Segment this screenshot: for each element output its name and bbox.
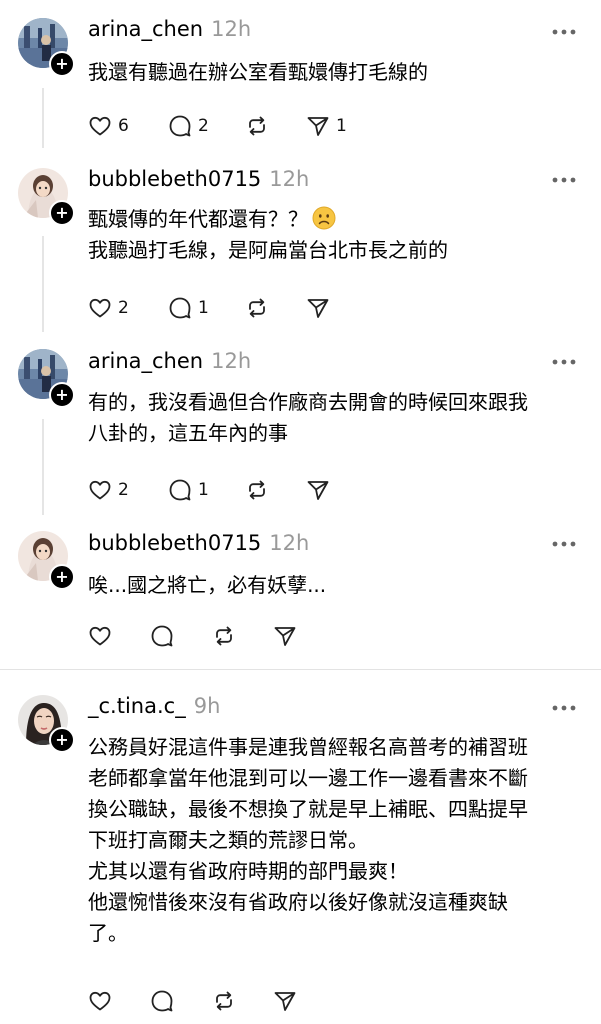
comment-bubble-icon: [151, 990, 173, 1012]
comment-header: bubblebeth0715 12h: [88, 531, 309, 555]
follow-plus-icon[interactable]: +: [49, 564, 75, 590]
text-line: 唉...國之將亡，必有妖孽...: [88, 573, 327, 597]
follow-plus-icon[interactable]: +: [49, 727, 75, 753]
timestamp: 12h: [269, 167, 310, 191]
text-line: 他還惋惜後來沒有省政府以後好像就沒這種爽缺: [88, 890, 508, 914]
comment-header: _c.tina.c_ 9h: [88, 694, 220, 718]
like-count: 6: [118, 116, 129, 136]
heart-icon: [89, 626, 111, 646]
share-button[interactable]: [306, 295, 330, 321]
share-count: 1: [336, 116, 347, 136]
like-button[interactable]: 2: [88, 295, 129, 321]
reply-button[interactable]: [150, 988, 174, 1014]
send-icon: [307, 481, 329, 500]
username[interactable]: bubblebeth0715: [88, 167, 261, 191]
comment-text: 有的，我沒看過但合作廠商去開會的時候回來跟我 八卦的，這五年內的事: [88, 387, 588, 449]
heart-icon: [89, 116, 111, 136]
comment-text: 我還有聽過在辦公室看甄嬛傳打毛線的: [88, 57, 588, 88]
text-line: 八卦的，這五年內的事: [88, 421, 288, 445]
share-button[interactable]: [306, 477, 330, 503]
comment-header: arina_chen 12h: [88, 349, 251, 373]
text-line: 我還有聽過在辦公室看甄嬛傳打毛線的: [88, 60, 428, 84]
text-line: 我聽過打毛線，是阿扁當台北市長之前的: [88, 238, 448, 262]
more-options-icon[interactable]: [551, 358, 577, 366]
repost-button[interactable]: [212, 988, 236, 1014]
repost-icon: [216, 991, 232, 1011]
worried-face-emoji-icon: [312, 206, 336, 230]
reply-count: 1: [198, 480, 209, 500]
text-line: 換公職缺，最後不想換了就是早上補眠、四點提早: [88, 797, 528, 821]
timestamp: 9h: [193, 694, 221, 718]
reply-count: 2: [198, 116, 209, 136]
follow-plus-icon[interactable]: +: [49, 382, 75, 408]
comment-header: bubblebeth0715 12h: [88, 167, 309, 191]
comment-text: 甄嬛傳的年代都還有？？ 我聽過打毛線，是阿扁當台北市長之前的: [88, 204, 588, 266]
heart-icon: [89, 480, 111, 500]
reply-button[interactable]: [150, 623, 174, 649]
like-button[interactable]: 6: [88, 113, 129, 139]
text-line: 公務員好混這件事是連我曾經報名高普考的補習班: [88, 735, 528, 759]
thread-divider: [0, 669, 601, 670]
timestamp: 12h: [269, 531, 310, 555]
reply-count: 1: [198, 298, 209, 318]
reply-button[interactable]: 1: [168, 295, 209, 321]
repost-icon: [249, 116, 265, 136]
repost-button[interactable]: [212, 623, 236, 649]
send-icon: [307, 117, 329, 136]
comment-text: 唉...國之將亡，必有妖孽...: [88, 570, 588, 601]
repost-button[interactable]: [245, 295, 269, 321]
repost-button[interactable]: [245, 477, 269, 503]
like-count: 2: [118, 480, 129, 500]
share-button[interactable]: [273, 988, 297, 1014]
username[interactable]: arina_chen: [88, 349, 203, 373]
share-button[interactable]: [273, 623, 297, 649]
thread-line: [42, 236, 44, 332]
comment-bubble-icon: [151, 625, 173, 647]
more-options-icon[interactable]: [551, 540, 577, 548]
repost-icon: [249, 298, 265, 318]
timestamp: 12h: [211, 17, 252, 41]
send-icon: [274, 627, 296, 646]
more-options-icon[interactable]: [551, 176, 577, 184]
thread-line: [42, 88, 44, 148]
text-line: 有的，我沒看過但合作廠商去開會的時候回來跟我: [88, 390, 528, 414]
text-line: 下班打高爾夫之類的荒謬日常。: [88, 828, 368, 852]
repost-button[interactable]: [245, 113, 269, 139]
username[interactable]: arina_chen: [88, 17, 203, 41]
share-button[interactable]: 1: [306, 113, 347, 139]
like-count: 2: [118, 298, 129, 318]
text-line: 甄嬛傳的年代都還有？？: [88, 207, 308, 231]
like-button[interactable]: 2: [88, 477, 129, 503]
comment-bubble-icon: [169, 479, 191, 501]
username[interactable]: bubblebeth0715: [88, 531, 261, 555]
reply-button[interactable]: 1: [168, 477, 209, 503]
comment-text: 公務員好混這件事是連我曾經報名高普考的補習班 老師都拿當年他混到可以一邊工作一邊…: [88, 732, 588, 949]
follow-plus-icon[interactable]: +: [49, 200, 75, 226]
follow-plus-icon[interactable]: +: [49, 51, 75, 77]
reply-button[interactable]: 2: [168, 113, 209, 139]
username[interactable]: _c.tina.c_: [88, 694, 186, 718]
more-options-icon[interactable]: [551, 28, 577, 36]
comment-bubble-icon: [169, 115, 191, 137]
like-button[interactable]: [88, 623, 112, 649]
comment-header: arina_chen 12h: [88, 17, 251, 41]
send-icon: [274, 992, 296, 1011]
text-line: 老師都拿當年他混到可以一邊工作一邊看書來不斷: [88, 766, 528, 790]
like-button[interactable]: [88, 988, 112, 1014]
thread-line: [42, 419, 44, 515]
repost-icon: [249, 480, 265, 500]
heart-icon: [89, 991, 111, 1011]
text-line: 了。: [88, 921, 128, 945]
heart-icon: [89, 298, 111, 318]
text-line: 尤其以還有省政府時期的部門最爽！: [88, 859, 408, 883]
timestamp: 12h: [211, 349, 252, 373]
repost-icon: [216, 626, 232, 646]
more-options-icon[interactable]: [551, 704, 577, 712]
send-icon: [307, 299, 329, 318]
comment-bubble-icon: [169, 297, 191, 319]
